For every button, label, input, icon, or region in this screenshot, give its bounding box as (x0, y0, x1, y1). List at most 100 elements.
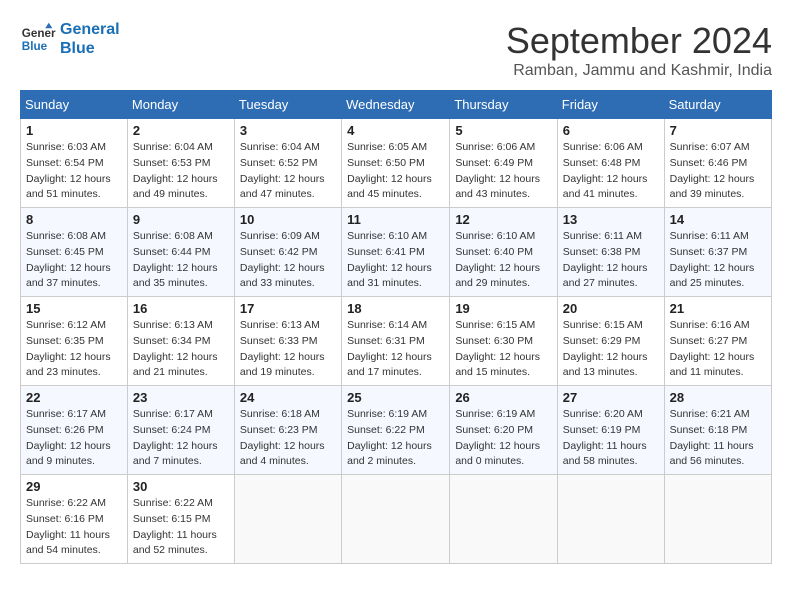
day-number: 14 (670, 212, 766, 227)
calendar-cell: 17 Sunrise: 6:13 AMSunset: 6:33 PMDaylig… (234, 297, 341, 386)
day-number: 6 (563, 123, 659, 138)
weekday-header-row: SundayMondayTuesdayWednesdayThursdayFrid… (21, 91, 772, 119)
calendar-cell: 16 Sunrise: 6:13 AMSunset: 6:34 PMDaylig… (127, 297, 234, 386)
day-number: 27 (563, 390, 659, 405)
day-info: Sunrise: 6:09 AMSunset: 6:42 PMDaylight:… (240, 230, 325, 289)
day-number: 17 (240, 301, 336, 316)
calendar-cell (450, 475, 557, 564)
day-info: Sunrise: 6:21 AMSunset: 6:18 PMDaylight:… (670, 408, 754, 467)
day-info: Sunrise: 6:22 AMSunset: 6:15 PMDaylight:… (133, 497, 217, 556)
calendar-week-row: 1 Sunrise: 6:03 AMSunset: 6:54 PMDayligh… (21, 119, 772, 208)
day-number: 21 (670, 301, 766, 316)
day-info: Sunrise: 6:22 AMSunset: 6:16 PMDaylight:… (26, 497, 110, 556)
weekday-header-saturday: Saturday (664, 91, 771, 119)
weekday-header-friday: Friday (557, 91, 664, 119)
calendar-cell: 29 Sunrise: 6:22 AMSunset: 6:16 PMDaylig… (21, 475, 128, 564)
calendar-cell: 26 Sunrise: 6:19 AMSunset: 6:20 PMDaylig… (450, 386, 557, 475)
page-header: General Blue GeneralBlue September 2024 … (20, 20, 772, 80)
day-info: Sunrise: 6:17 AMSunset: 6:26 PMDaylight:… (26, 408, 111, 467)
calendar-cell: 27 Sunrise: 6:20 AMSunset: 6:19 PMDaylig… (557, 386, 664, 475)
day-number: 8 (26, 212, 122, 227)
day-info: Sunrise: 6:11 AMSunset: 6:38 PMDaylight:… (563, 230, 648, 289)
day-number: 24 (240, 390, 336, 405)
weekday-header-monday: Monday (127, 91, 234, 119)
day-number: 1 (26, 123, 122, 138)
day-number: 28 (670, 390, 766, 405)
title-area: September 2024 Ramban, Jammu and Kashmir… (506, 20, 772, 80)
day-info: Sunrise: 6:07 AMSunset: 6:46 PMDaylight:… (670, 141, 755, 200)
calendar-cell: 24 Sunrise: 6:18 AMSunset: 6:23 PMDaylig… (234, 386, 341, 475)
day-info: Sunrise: 6:10 AMSunset: 6:41 PMDaylight:… (347, 230, 432, 289)
day-number: 5 (455, 123, 551, 138)
location-subtitle: Ramban, Jammu and Kashmir, India (506, 62, 772, 80)
day-info: Sunrise: 6:20 AMSunset: 6:19 PMDaylight:… (563, 408, 647, 467)
day-number: 12 (455, 212, 551, 227)
day-info: Sunrise: 6:03 AMSunset: 6:54 PMDaylight:… (26, 141, 111, 200)
day-number: 4 (347, 123, 444, 138)
calendar-week-row: 8 Sunrise: 6:08 AMSunset: 6:45 PMDayligh… (21, 208, 772, 297)
day-info: Sunrise: 6:14 AMSunset: 6:31 PMDaylight:… (347, 319, 432, 378)
day-number: 7 (670, 123, 766, 138)
calendar-cell: 4 Sunrise: 6:05 AMSunset: 6:50 PMDayligh… (342, 119, 450, 208)
calendar-cell: 9 Sunrise: 6:08 AMSunset: 6:44 PMDayligh… (127, 208, 234, 297)
calendar-cell: 21 Sunrise: 6:16 AMSunset: 6:27 PMDaylig… (664, 297, 771, 386)
calendar-cell (557, 475, 664, 564)
day-number: 22 (26, 390, 122, 405)
day-info: Sunrise: 6:13 AMSunset: 6:33 PMDaylight:… (240, 319, 325, 378)
day-info: Sunrise: 6:12 AMSunset: 6:35 PMDaylight:… (26, 319, 111, 378)
day-number: 2 (133, 123, 229, 138)
calendar-cell: 30 Sunrise: 6:22 AMSunset: 6:15 PMDaylig… (127, 475, 234, 564)
logo-icon: General Blue (20, 21, 56, 57)
calendar-cell: 23 Sunrise: 6:17 AMSunset: 6:24 PMDaylig… (127, 386, 234, 475)
day-info: Sunrise: 6:13 AMSunset: 6:34 PMDaylight:… (133, 319, 218, 378)
calendar-cell: 7 Sunrise: 6:07 AMSunset: 6:46 PMDayligh… (664, 119, 771, 208)
logo: General Blue GeneralBlue (20, 20, 120, 58)
logo-text: GeneralBlue (60, 20, 120, 58)
day-info: Sunrise: 6:19 AMSunset: 6:20 PMDaylight:… (455, 408, 540, 467)
svg-text:Blue: Blue (22, 40, 48, 53)
day-number: 10 (240, 212, 336, 227)
calendar-cell (234, 475, 341, 564)
day-info: Sunrise: 6:16 AMSunset: 6:27 PMDaylight:… (670, 319, 755, 378)
day-info: Sunrise: 6:15 AMSunset: 6:29 PMDaylight:… (563, 319, 648, 378)
day-number: 20 (563, 301, 659, 316)
day-number: 3 (240, 123, 336, 138)
day-number: 19 (455, 301, 551, 316)
day-info: Sunrise: 6:05 AMSunset: 6:50 PMDaylight:… (347, 141, 432, 200)
day-number: 23 (133, 390, 229, 405)
calendar-cell: 25 Sunrise: 6:19 AMSunset: 6:22 PMDaylig… (342, 386, 450, 475)
calendar-cell: 20 Sunrise: 6:15 AMSunset: 6:29 PMDaylig… (557, 297, 664, 386)
calendar-week-row: 22 Sunrise: 6:17 AMSunset: 6:26 PMDaylig… (21, 386, 772, 475)
calendar-cell: 12 Sunrise: 6:10 AMSunset: 6:40 PMDaylig… (450, 208, 557, 297)
weekday-header-tuesday: Tuesday (234, 91, 341, 119)
day-info: Sunrise: 6:19 AMSunset: 6:22 PMDaylight:… (347, 408, 432, 467)
calendar-table: SundayMondayTuesdayWednesdayThursdayFrid… (20, 90, 772, 564)
month-year-title: September 2024 (506, 20, 772, 62)
day-info: Sunrise: 6:08 AMSunset: 6:45 PMDaylight:… (26, 230, 111, 289)
calendar-cell: 18 Sunrise: 6:14 AMSunset: 6:31 PMDaylig… (342, 297, 450, 386)
calendar-week-row: 15 Sunrise: 6:12 AMSunset: 6:35 PMDaylig… (21, 297, 772, 386)
calendar-cell: 28 Sunrise: 6:21 AMSunset: 6:18 PMDaylig… (664, 386, 771, 475)
calendar-cell: 6 Sunrise: 6:06 AMSunset: 6:48 PMDayligh… (557, 119, 664, 208)
weekday-header-wednesday: Wednesday (342, 91, 450, 119)
calendar-cell: 10 Sunrise: 6:09 AMSunset: 6:42 PMDaylig… (234, 208, 341, 297)
calendar-cell: 8 Sunrise: 6:08 AMSunset: 6:45 PMDayligh… (21, 208, 128, 297)
day-info: Sunrise: 6:08 AMSunset: 6:44 PMDaylight:… (133, 230, 218, 289)
calendar-cell: 2 Sunrise: 6:04 AMSunset: 6:53 PMDayligh… (127, 119, 234, 208)
day-info: Sunrise: 6:06 AMSunset: 6:48 PMDaylight:… (563, 141, 648, 200)
day-info: Sunrise: 6:18 AMSunset: 6:23 PMDaylight:… (240, 408, 325, 467)
day-info: Sunrise: 6:10 AMSunset: 6:40 PMDaylight:… (455, 230, 540, 289)
svg-text:General: General (22, 27, 56, 40)
day-number: 16 (133, 301, 229, 316)
day-number: 15 (26, 301, 122, 316)
day-number: 13 (563, 212, 659, 227)
calendar-cell: 15 Sunrise: 6:12 AMSunset: 6:35 PMDaylig… (21, 297, 128, 386)
calendar-cell: 3 Sunrise: 6:04 AMSunset: 6:52 PMDayligh… (234, 119, 341, 208)
day-info: Sunrise: 6:17 AMSunset: 6:24 PMDaylight:… (133, 408, 218, 467)
day-info: Sunrise: 6:06 AMSunset: 6:49 PMDaylight:… (455, 141, 540, 200)
calendar-cell: 19 Sunrise: 6:15 AMSunset: 6:30 PMDaylig… (450, 297, 557, 386)
calendar-week-row: 29 Sunrise: 6:22 AMSunset: 6:16 PMDaylig… (21, 475, 772, 564)
day-info: Sunrise: 6:04 AMSunset: 6:53 PMDaylight:… (133, 141, 218, 200)
calendar-cell: 13 Sunrise: 6:11 AMSunset: 6:38 PMDaylig… (557, 208, 664, 297)
day-number: 11 (347, 212, 444, 227)
